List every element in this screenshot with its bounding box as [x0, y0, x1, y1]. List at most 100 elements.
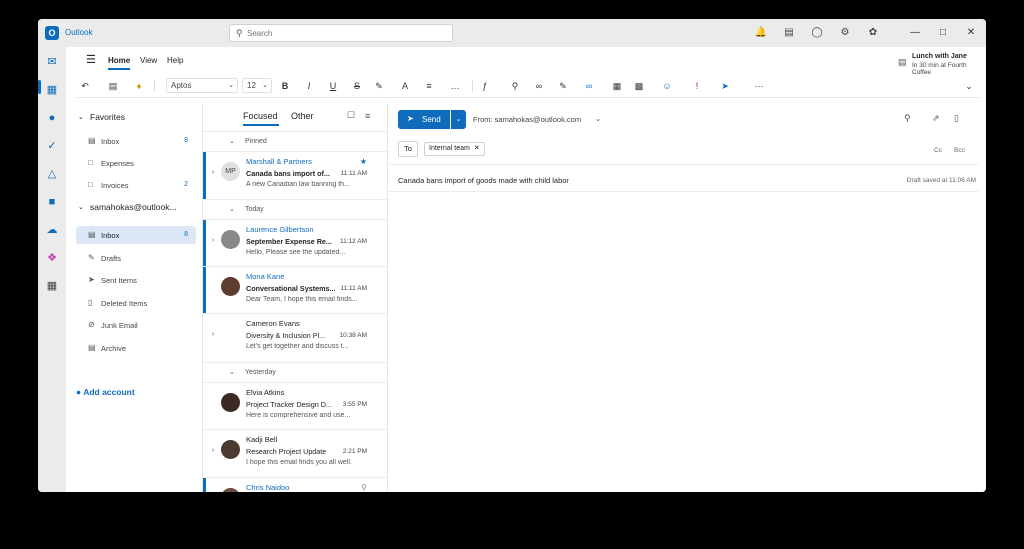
- more-formatting-icon[interactable]: …: [448, 79, 462, 93]
- search-box[interactable]: ⚲: [229, 24, 453, 42]
- chevron-down-icon[interactable]: ⌄: [78, 113, 84, 121]
- maximize-button[interactable]: □: [932, 24, 954, 42]
- copilot-icon[interactable]: ✿: [866, 26, 880, 40]
- recipient-chip[interactable]: Internal team ✕: [424, 142, 485, 156]
- zoom-icon[interactable]: ⚲: [904, 113, 911, 124]
- more-apps-icon[interactable]: ▦: [44, 278, 60, 294]
- trash-icon[interactable]: ▯: [954, 113, 959, 124]
- folder-item[interactable]: ➤ Sent Items: [76, 271, 196, 289]
- calendar-icon[interactable]: ▦: [44, 82, 60, 98]
- select-checkbox-icon[interactable]: ☐: [347, 110, 355, 121]
- ribbon-separator: [472, 80, 473, 92]
- people-icon[interactable]: ●: [44, 110, 60, 126]
- font-family-select[interactable]: Aptos ⌄: [166, 78, 238, 93]
- undo-icon[interactable]: ↶: [78, 79, 92, 93]
- menu-home[interactable]: Home: [108, 56, 130, 65]
- chevron-right-icon[interactable]: ›: [212, 169, 214, 176]
- underline-button[interactable]: U: [326, 79, 340, 93]
- styles-icon[interactable]: ƒ: [478, 79, 492, 93]
- tab-other[interactable]: Other: [291, 111, 314, 121]
- folder-item[interactable]: □ Invoices 2: [76, 176, 196, 194]
- bcc-button[interactable]: Bcc: [954, 147, 965, 154]
- folder-item[interactable]: ▯ Deleted Items: [76, 294, 196, 312]
- clipboard-icon[interactable]: ▤: [106, 79, 120, 93]
- search-input[interactable]: [247, 27, 437, 39]
- onedrive-icon[interactable]: ☁: [44, 222, 60, 238]
- message-item[interactable]: › Kadji Bell Research Project Update 2:2…: [203, 429, 387, 477]
- whats-new-icon[interactable]: ▤: [782, 26, 796, 40]
- folder-item[interactable]: ▤ Archive: [76, 339, 196, 357]
- expand-ribbon-icon[interactable]: ⌄: [962, 79, 976, 93]
- tag-icon[interactable]: ➤: [718, 79, 732, 93]
- loop-icon[interactable]: ∞: [582, 79, 596, 93]
- menu-view[interactable]: View: [140, 56, 157, 65]
- send-options-dropdown[interactable]: ⌄: [451, 110, 466, 129]
- emoji-icon[interactable]: ☺: [660, 79, 674, 93]
- font-color-icon[interactable]: A: [398, 79, 412, 93]
- chevron-down-icon: ⌄: [229, 206, 235, 213]
- link-icon[interactable]: ∞: [532, 79, 546, 93]
- folder-item[interactable]: □ Expenses: [76, 154, 196, 172]
- menu-help[interactable]: Help: [167, 56, 183, 65]
- chevron-right-icon[interactable]: ›: [212, 447, 214, 454]
- close-button[interactable]: ✕: [960, 24, 982, 42]
- gear-icon[interactable]: ⚙: [838, 26, 852, 40]
- strikethrough-button[interactable]: S: [350, 79, 364, 93]
- chevron-right-icon[interactable]: ›: [212, 331, 214, 338]
- font-size-value: 12: [247, 81, 256, 90]
- format-painter-icon[interactable]: ♦: [132, 79, 146, 93]
- folder-item[interactable]: ⊘ Junk Email: [76, 316, 196, 334]
- message-item[interactable]: › Laurence Gilbertson September Expense …: [203, 219, 387, 267]
- from-field[interactable]: From: samahokas@outlook.com: [473, 115, 581, 124]
- send-button[interactable]: ➤ Send: [398, 110, 450, 129]
- mail-icon[interactable]: ✉: [44, 54, 60, 70]
- italic-button[interactable]: I: [302, 79, 316, 93]
- folder-item[interactable]: ▤ Inbox 8: [76, 132, 196, 150]
- folder-item[interactable]: ✎ Drafts: [76, 249, 196, 267]
- filter-icon[interactable]: ≡: [365, 111, 370, 121]
- chart-icon[interactable]: ▩: [632, 79, 646, 93]
- to-button[interactable]: To: [398, 141, 418, 157]
- tab-focused[interactable]: Focused: [243, 111, 278, 121]
- signature-icon[interactable]: ✎: [556, 79, 570, 93]
- group-header-yesterday[interactable]: ⌄ Yesterday: [203, 362, 387, 383]
- highlight-icon[interactable]: ✎: [372, 79, 386, 93]
- minimize-button[interactable]: —: [904, 24, 926, 42]
- importance-icon[interactable]: !: [690, 79, 704, 93]
- chevron-down-icon[interactable]: ⌄: [78, 203, 84, 211]
- chevron-down-icon[interactable]: ⌄: [595, 114, 601, 123]
- org-icon[interactable]: △: [44, 166, 60, 182]
- table-icon[interactable]: ▦: [610, 79, 624, 93]
- message-item[interactable]: Elvia Atkins Project Tracker Design D...…: [203, 382, 387, 430]
- group-header-pinned[interactable]: ⌄ Pinned: [203, 131, 387, 152]
- compose-pane: ➤ Send ⌄ From: samahokas@outlook.com ⌄ ⚲…: [388, 103, 986, 492]
- folder-item-inbox[interactable]: ▤ Inbox 8: [76, 226, 196, 244]
- chevron-right-icon[interactable]: ›: [212, 237, 214, 244]
- popout-icon[interactable]: ⇗: [932, 113, 940, 124]
- message-item[interactable]: › Cameron Evans Diversity & Inclusion Pl…: [203, 313, 387, 361]
- more-options-icon[interactable]: ⋯: [752, 79, 766, 93]
- cc-button[interactable]: Cc: [934, 147, 942, 154]
- apps-icon[interactable]: ❖: [44, 250, 60, 266]
- pin-icon[interactable]: ★: [360, 157, 367, 166]
- group-header-today[interactable]: ⌄ Today: [203, 199, 387, 220]
- send-icon: ➤: [407, 114, 414, 123]
- bell-icon[interactable]: 🔔: [754, 26, 768, 40]
- message-item[interactable]: Chris Naidoo ⚲: [203, 477, 387, 492]
- close-icon[interactable]: ✕: [472, 145, 480, 152]
- hamburger-icon[interactable]: ☰: [86, 53, 96, 66]
- lightbulb-icon[interactable]: ◯: [810, 26, 824, 40]
- message-item[interactable]: Mona Kane Conversational Systems... 11:1…: [203, 266, 387, 314]
- subject-field[interactable]: Canada bans import of goods made with ch…: [398, 176, 569, 185]
- todo-icon[interactable]: ✓: [44, 138, 60, 154]
- font-size-select[interactable]: 12 ⌄: [242, 78, 272, 93]
- favorites-header[interactable]: Favorites: [90, 112, 125, 122]
- reminder-title[interactable]: Lunch with Jane: [912, 53, 967, 60]
- add-account-link[interactable]: ● Add account: [76, 387, 135, 397]
- align-icon[interactable]: ≡: [422, 79, 436, 93]
- account-header[interactable]: samahokas@outlook...: [90, 202, 177, 212]
- attach-icon[interactable]: ⚲: [508, 79, 522, 93]
- word-icon[interactable]: ■: [44, 194, 60, 210]
- message-item[interactable]: › MP Marshall & Partners ★ Canada bans i…: [203, 151, 387, 199]
- bold-button[interactable]: B: [278, 79, 292, 93]
